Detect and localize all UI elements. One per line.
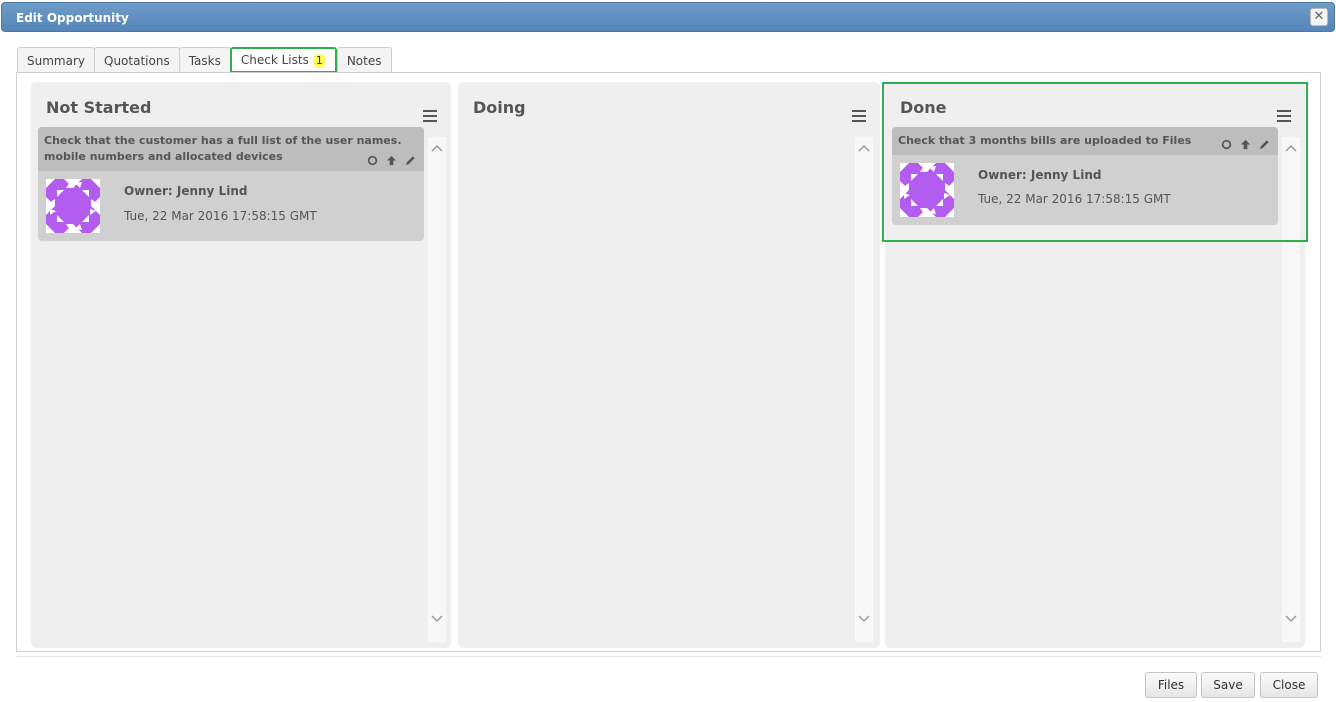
tab-label: Tasks <box>188 54 221 68</box>
close-icon[interactable]: ✕ <box>1310 8 1328 26</box>
scrollbar[interactable] <box>428 137 446 642</box>
close-button[interactable]: Close <box>1260 672 1318 698</box>
tab-label: Quotations <box>104 54 170 68</box>
column-not-started: Not Started Check that the customer has … <box>31 82 451 648</box>
column-title: Doing <box>473 98 526 117</box>
avatar <box>900 163 954 217</box>
tab-check-lists[interactable]: Check Lists 1 <box>229 47 337 73</box>
tab-bar: Summary Quotations Tasks Check Lists 1 No… <box>17 47 392 73</box>
card-owner: Owner: Jenny Lind <box>978 168 1102 182</box>
column-title: Done <box>900 98 947 117</box>
pencil-icon[interactable] <box>1259 139 1270 150</box>
checklist-card[interactable]: Check that the customer has a full list … <box>38 127 424 241</box>
chevron-up-icon[interactable] <box>1285 143 1297 155</box>
arrow-up-icon[interactable] <box>386 155 397 166</box>
tab-notes[interactable]: Notes <box>336 47 392 73</box>
tab-summary[interactable]: Summary <box>17 47 95 73</box>
column-done: Done Check that 3 months bills are uploa… <box>885 82 1305 648</box>
avatar <box>46 179 100 233</box>
tab-label: Summary <box>27 54 85 68</box>
tab-label: Notes <box>346 54 382 68</box>
card-actions <box>367 155 416 166</box>
card-body: Owner: Jenny Lind Tue, 22 Mar 2016 17:58… <box>38 171 424 241</box>
card-header: Check that 3 months bills are uploaded t… <box>892 127 1278 155</box>
checklist-card[interactable]: Check that 3 months bills are uploaded t… <box>892 127 1278 225</box>
tab-quotations[interactable]: Quotations <box>94 47 180 73</box>
card-text: Check that 3 months bills are uploaded t… <box>898 134 1192 147</box>
card-header: Check that the customer has a full list … <box>38 127 424 171</box>
chevron-down-icon[interactable] <box>1285 612 1297 624</box>
card-date: Tue, 22 Mar 2016 17:58:15 GMT <box>124 209 317 223</box>
column-title: Not Started <box>46 98 152 117</box>
circle-icon[interactable] <box>367 155 378 166</box>
column-menu-icon[interactable] <box>1277 110 1291 122</box>
chevron-down-icon[interactable] <box>431 612 443 624</box>
tab-tasks[interactable]: Tasks <box>178 47 231 73</box>
chevron-up-icon[interactable] <box>858 143 870 155</box>
scrollbar[interactable] <box>855 137 873 642</box>
footer-divider <box>16 656 1321 657</box>
circle-icon[interactable] <box>1221 139 1232 150</box>
checklist-board: Not Started Check that the customer has … <box>16 72 1321 652</box>
card-date: Tue, 22 Mar 2016 17:58:15 GMT <box>978 192 1171 206</box>
card-actions <box>1221 139 1270 150</box>
card-body: Owner: Jenny Lind Tue, 22 Mar 2016 17:58… <box>892 155 1278 225</box>
chevron-up-icon[interactable] <box>431 143 443 155</box>
card-text: Check that the customer has a full list … <box>44 134 402 163</box>
save-button[interactable]: Save <box>1201 672 1255 698</box>
tab-label: Check Lists <box>240 53 309 67</box>
column-menu-icon[interactable] <box>852 110 866 122</box>
pencil-icon[interactable] <box>405 155 416 166</box>
scrollbar[interactable] <box>1282 137 1300 642</box>
dialog-title: Edit Opportunity <box>16 11 129 25</box>
column-doing: Doing <box>458 82 880 648</box>
card-owner: Owner: Jenny Lind <box>124 184 248 198</box>
tab-count-badge: 1 <box>312 54 326 68</box>
dialog-titlebar: Edit Opportunity ✕ <box>1 2 1335 32</box>
arrow-up-icon[interactable] <box>1240 139 1251 150</box>
files-button[interactable]: Files <box>1145 672 1197 698</box>
column-menu-icon[interactable] <box>423 110 437 122</box>
chevron-down-icon[interactable] <box>858 612 870 624</box>
